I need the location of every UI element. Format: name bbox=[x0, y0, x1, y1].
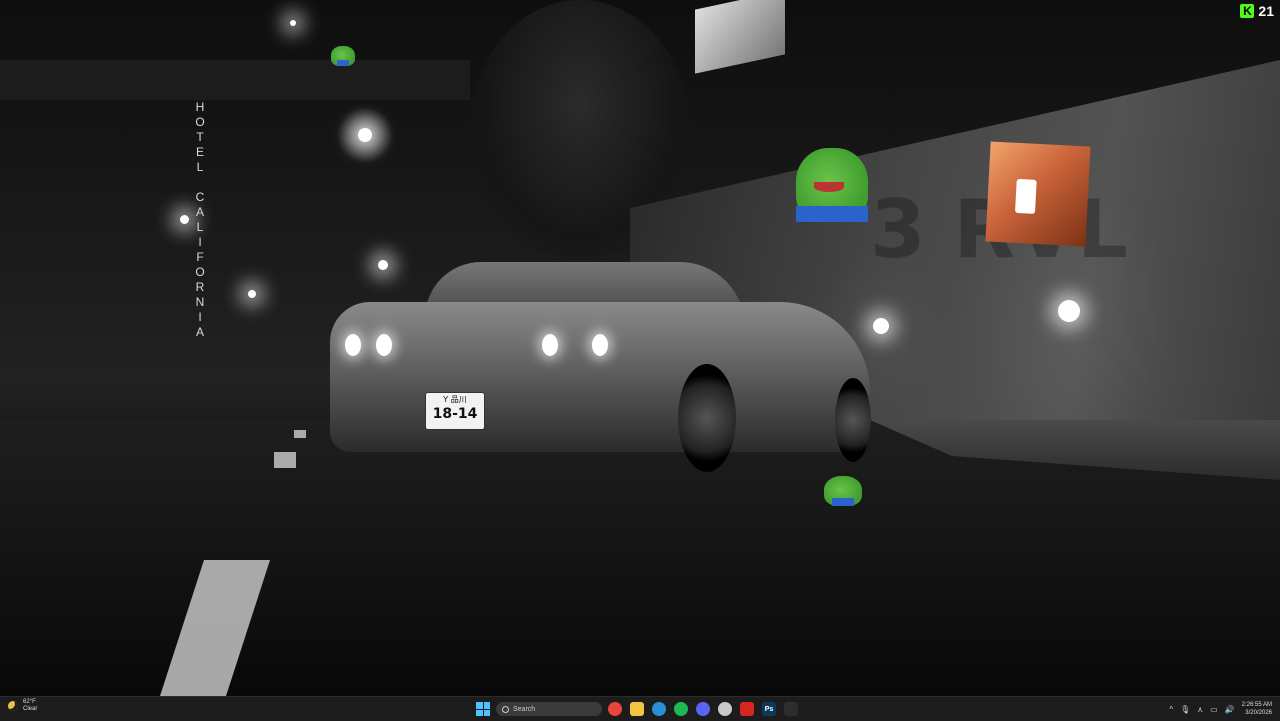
windows-logo-pane bbox=[483, 702, 490, 709]
chrome-icon[interactable] bbox=[608, 702, 622, 716]
street-light bbox=[1058, 300, 1080, 322]
wallpaper-bridge bbox=[0, 60, 470, 100]
pinned-apps: Ps bbox=[608, 702, 798, 716]
network-icon[interactable]: ▭ bbox=[1210, 705, 1218, 714]
start-button[interactable] bbox=[476, 702, 490, 716]
pepe-sticker bbox=[796, 148, 868, 222]
car-wheel bbox=[835, 378, 871, 462]
clock-time: 2:26:55 AM bbox=[1241, 702, 1272, 708]
volume-icon[interactable]: 🔊 bbox=[1225, 705, 1235, 714]
taskbar-center: Search Ps bbox=[476, 699, 798, 719]
lane-marking bbox=[274, 452, 296, 468]
windows-logo-icon bbox=[476, 702, 483, 709]
pepe-body bbox=[832, 498, 854, 506]
desktop-wallpaper: 3 RVL HOTEL CALIFORNIA Y 品川 18-14 bbox=[0, 0, 1280, 696]
lane-marking bbox=[294, 430, 306, 438]
viewer-count: 21 bbox=[1258, 3, 1274, 19]
wallpaper-billboard bbox=[695, 0, 785, 74]
acrobat-tray-icon[interactable]: ⋏ bbox=[1197, 705, 1203, 714]
edge-icon[interactable] bbox=[652, 702, 666, 716]
pepe-sticker bbox=[824, 476, 862, 506]
davinci-icon[interactable] bbox=[718, 702, 732, 716]
search-icon bbox=[502, 705, 509, 713]
car-wheel bbox=[678, 364, 736, 472]
wallpaper-car: Y 品川 18-14 bbox=[330, 262, 871, 472]
weather-condition: Clear bbox=[23, 706, 38, 712]
search-placeholder: Search bbox=[513, 705, 536, 713]
face-teeth bbox=[1014, 178, 1037, 214]
taskbar: 62°F Clear Search Ps ^ 🎙 ⋏ ▭ 🔊 2:26:55 A… bbox=[0, 696, 1280, 721]
windows-logo-pane bbox=[483, 709, 490, 716]
taillight bbox=[345, 334, 361, 356]
pepe-mouth bbox=[814, 182, 844, 192]
license-plate: Y 品川 18-14 bbox=[425, 392, 485, 430]
taillight bbox=[542, 334, 558, 356]
taillight bbox=[376, 334, 392, 356]
pepe-body bbox=[337, 60, 349, 66]
discord-icon[interactable] bbox=[696, 702, 710, 716]
kick-viewer-counter: K 21 bbox=[1240, 2, 1274, 20]
face-sticker bbox=[985, 141, 1091, 247]
microphone-icon[interactable]: 🎙 bbox=[1180, 705, 1190, 714]
file-explorer-icon[interactable] bbox=[630, 702, 644, 716]
weather-widget[interactable]: 62°F Clear bbox=[8, 699, 37, 713]
pepe-body bbox=[796, 206, 868, 222]
kick-logo-icon: K bbox=[1240, 4, 1255, 18]
street-light bbox=[290, 20, 296, 26]
windows-logo-pane bbox=[476, 709, 483, 716]
taskbar-search[interactable]: Search bbox=[496, 702, 602, 716]
acrobat-icon[interactable] bbox=[740, 702, 754, 716]
system-tray: ^ 🎙 ⋏ ▭ 🔊 2:26:55 AM 3/20/2026 bbox=[1169, 699, 1272, 719]
street-light bbox=[873, 318, 889, 334]
taskbar-clock[interactable]: 2:26:55 AM 3/20/2026 bbox=[1242, 701, 1272, 717]
street-light bbox=[248, 290, 256, 298]
car-lower bbox=[330, 302, 870, 452]
pepe-sticker bbox=[331, 46, 355, 66]
street-light bbox=[358, 128, 372, 142]
plate-region: Y 品川 bbox=[443, 395, 467, 404]
moon-icon bbox=[8, 701, 18, 711]
tray-overflow-chevron-icon[interactable]: ^ bbox=[1169, 705, 1173, 714]
weather-text: 62°F Clear bbox=[23, 699, 37, 713]
plate-number: 18-14 bbox=[432, 406, 478, 422]
spotify-icon[interactable] bbox=[674, 702, 688, 716]
hotel-sign: HOTEL CALIFORNIA bbox=[193, 100, 207, 340]
taillight bbox=[592, 334, 608, 356]
clock-date: 3/20/2026 bbox=[1245, 710, 1272, 716]
photoshop-icon[interactable]: Ps bbox=[762, 702, 776, 716]
terminal-icon[interactable] bbox=[784, 702, 798, 716]
weather-temperature: 62°F bbox=[23, 699, 36, 705]
